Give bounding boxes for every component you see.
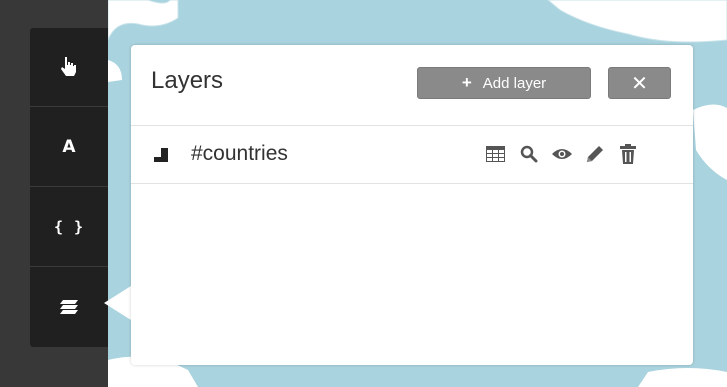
code-tool-button[interactable]: { } [30,188,108,266]
toolbar-divider [30,106,108,107]
search-icon [520,145,537,163]
polygon-layer-icon [154,148,168,162]
layers-icon [60,300,78,314]
eye-icon [551,149,572,159]
editor-toolbar: A { } [30,28,108,347]
layers-panel: Layers + Add layer ✕ #countries [131,45,693,365]
layer-actions [484,143,639,165]
delete-layer-button[interactable] [616,143,639,165]
pencil-icon [586,146,603,162]
layer-name: #countries [191,142,288,165]
edit-layer-button[interactable] [583,143,606,165]
hand-pointer-icon [61,57,76,76]
toggle-visibility-button[interactable] [550,143,573,165]
text-icon: A [62,137,76,157]
zoom-to-layer-button[interactable] [517,143,540,165]
panel-title: Layers [151,67,224,94]
close-icon: ✕ [631,71,648,95]
trash-icon [619,144,636,164]
panel-pointer [104,286,131,320]
layer-row-divider [131,183,693,184]
add-layer-button[interactable]: + Add layer [417,67,591,99]
add-layer-label: Add layer [482,74,547,92]
text-tool-button[interactable]: A [30,108,108,186]
table-icon [486,146,505,162]
pointer-tool-button[interactable] [30,28,108,106]
toolbar-divider [30,186,108,187]
plus-icon: + [461,73,472,92]
layers-tool-button[interactable] [30,268,108,346]
toolbar-divider [30,266,108,267]
table-view-button[interactable] [484,143,507,165]
close-panel-button[interactable]: ✕ [608,67,671,99]
braces-icon: { } [53,218,85,236]
layer-row-countries[interactable]: #countries [131,125,693,183]
